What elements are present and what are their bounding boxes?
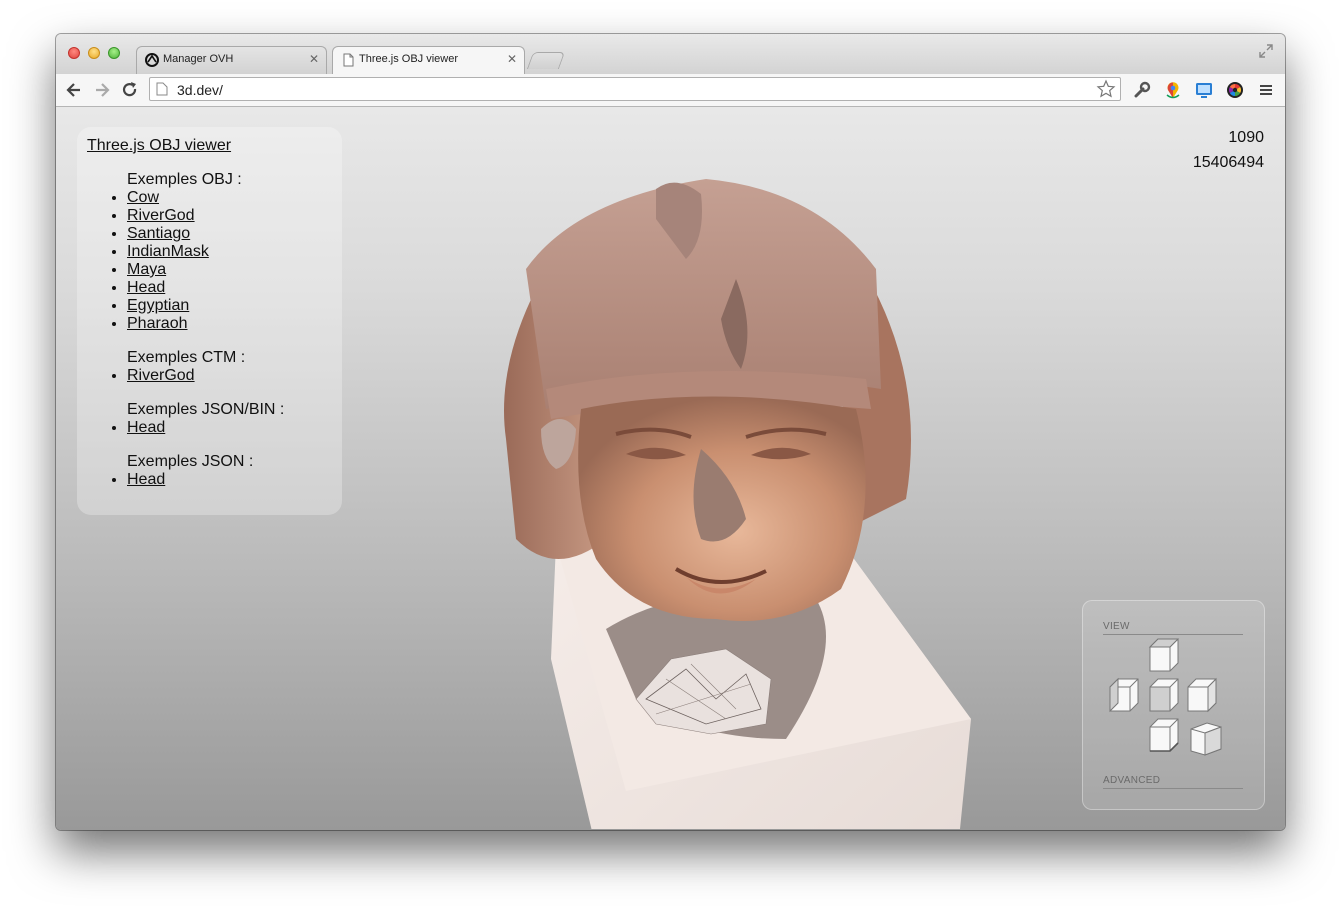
view-right-cube-icon[interactable] bbox=[1182, 675, 1220, 713]
tab-close-icon[interactable]: ✕ bbox=[309, 52, 319, 66]
json-examples-list: Head bbox=[87, 471, 253, 489]
page-icon bbox=[156, 82, 168, 96]
list-item: Egyptian bbox=[127, 297, 242, 315]
fullscreen-icon[interactable] bbox=[1259, 44, 1273, 58]
back-arrow-icon[interactable] bbox=[64, 80, 84, 100]
example-link-maya[interactable]: Maya bbox=[127, 261, 166, 278]
wrench-icon[interactable] bbox=[1132, 80, 1152, 100]
list-item: RiverGod bbox=[127, 207, 242, 225]
list-item: Pharaoh bbox=[127, 315, 242, 333]
new-tab-button[interactable] bbox=[526, 52, 566, 69]
tab-manager-ovh[interactable]: Manager OVH ✕ bbox=[136, 46, 327, 74]
render-stats: 1090 15406494 bbox=[1193, 125, 1264, 175]
example-link-json-head[interactable]: Head bbox=[127, 471, 165, 488]
advanced-label[interactable]: ADVANCED bbox=[1103, 775, 1160, 786]
ctm-examples-list: RiverGod bbox=[87, 367, 245, 385]
examples-panel: Three.js OBJ viewer Exemples OBJ : Cow R… bbox=[77, 127, 342, 515]
screen-capture-icon[interactable] bbox=[1194, 80, 1214, 100]
example-link-indianmask[interactable]: IndianMask bbox=[127, 243, 209, 260]
example-link-santiago[interactable]: Santiago bbox=[127, 225, 190, 242]
example-link-cow[interactable]: Cow bbox=[127, 189, 159, 206]
menu-icon[interactable] bbox=[1256, 80, 1276, 100]
view-bottom-cube-icon[interactable] bbox=[1144, 715, 1182, 753]
ctm-examples-group: Exemples CTM : RiverGod bbox=[87, 349, 245, 385]
pharaoh-head-3d-model[interactable] bbox=[486, 179, 986, 829]
tab-threejs-obj-viewer[interactable]: Three.js OBJ viewer ✕ bbox=[332, 46, 525, 75]
example-link-egyptian[interactable]: Egyptian bbox=[127, 297, 189, 314]
obj-examples-group: Exemples OBJ : Cow RiverGod Santiago Ind… bbox=[87, 171, 242, 333]
example-link-rivergod[interactable]: RiverGod bbox=[127, 207, 195, 224]
ovh-logo-icon bbox=[145, 53, 159, 67]
list-item: Head bbox=[127, 279, 242, 297]
group-heading: Exemples CTM : bbox=[127, 349, 246, 366]
minimize-window-button[interactable] bbox=[88, 47, 100, 59]
view-top-cube-icon[interactable] bbox=[1144, 635, 1182, 673]
browser-toolbar: 3d.dev/ bbox=[56, 74, 1285, 107]
example-link-jsonbin-head[interactable]: Head bbox=[127, 419, 165, 436]
page-title-link[interactable]: Three.js OBJ viewer bbox=[87, 137, 231, 155]
group-heading: Exemples JSON : bbox=[127, 453, 254, 470]
view-label: VIEW bbox=[1103, 621, 1130, 632]
view-perspective-cube-icon[interactable] bbox=[1187, 719, 1225, 757]
divider bbox=[1103, 788, 1243, 789]
group-heading: Exemples JSON/BIN : bbox=[127, 401, 285, 418]
tab-close-icon[interactable]: ✕ bbox=[507, 52, 517, 66]
color-picker-icon[interactable] bbox=[1225, 80, 1245, 100]
group-heading: Exemples OBJ : bbox=[127, 171, 242, 188]
bookmark-star-icon[interactable] bbox=[1096, 79, 1116, 99]
page-icon bbox=[343, 53, 354, 67]
view-front-cube-icon[interactable] bbox=[1144, 675, 1182, 713]
obj-examples-list: Cow RiverGod Santiago IndianMask Maya He… bbox=[87, 189, 242, 333]
view-controls-panel: VIEW ADVANCED bbox=[1082, 600, 1265, 810]
json-bin-examples-list: Head bbox=[87, 419, 284, 437]
title-bar: Manager OVH ✕ Three.js OBJ viewer ✕ bbox=[56, 34, 1285, 75]
list-item: Head bbox=[127, 471, 253, 489]
example-link-ctm-rivergod[interactable]: RiverGod bbox=[127, 367, 195, 384]
json-examples-group: Exemples JSON : Head bbox=[87, 453, 253, 489]
example-link-pharaoh[interactable]: Pharaoh bbox=[127, 315, 188, 332]
stat-line-2: 15406494 bbox=[1192, 154, 1264, 171]
list-item: Head bbox=[127, 419, 284, 437]
example-link-head[interactable]: Head bbox=[127, 279, 165, 296]
zoom-window-button[interactable] bbox=[108, 47, 120, 59]
list-item: Santiago bbox=[127, 225, 242, 243]
browser-window: Manager OVH ✕ Three.js OBJ viewer ✕ 3d.d… bbox=[56, 34, 1285, 830]
address-bar[interactable]: 3d.dev/ bbox=[149, 77, 1121, 101]
list-item: Cow bbox=[127, 189, 242, 207]
address-text: 3d.dev/ bbox=[177, 82, 223, 98]
forward-arrow-icon[interactable] bbox=[92, 80, 112, 100]
close-window-button[interactable] bbox=[68, 47, 80, 59]
view-left-cube-icon[interactable] bbox=[1104, 675, 1142, 713]
location-pin-icon[interactable] bbox=[1163, 80, 1183, 100]
list-item: Maya bbox=[127, 261, 242, 279]
tab-label: Manager OVH bbox=[163, 53, 234, 65]
reload-icon[interactable] bbox=[120, 80, 140, 100]
list-item: RiverGod bbox=[127, 367, 245, 385]
json-bin-examples-group: Exemples JSON/BIN : Head bbox=[87, 401, 284, 437]
list-item: IndianMask bbox=[127, 243, 242, 261]
tab-label: Three.js OBJ viewer bbox=[359, 53, 459, 65]
viewer-canvas[interactable]: Three.js OBJ viewer Exemples OBJ : Cow R… bbox=[56, 107, 1285, 830]
stat-line-1: 1090 bbox=[1228, 129, 1264, 146]
